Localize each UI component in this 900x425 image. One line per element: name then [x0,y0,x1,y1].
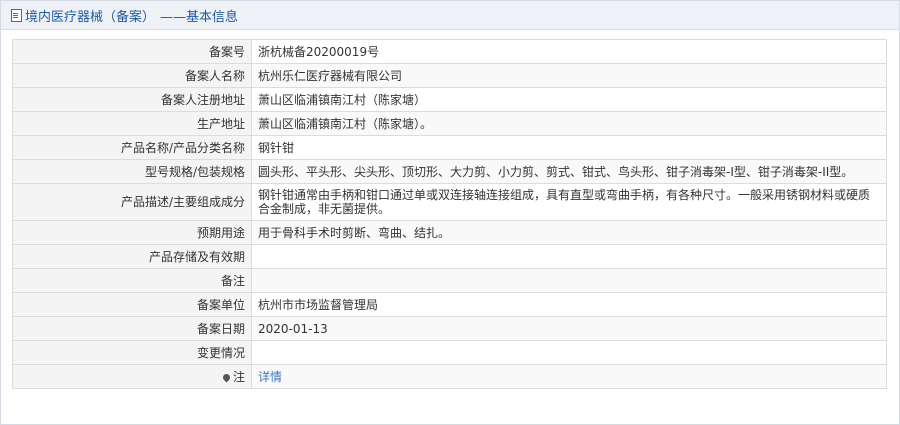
note-label-cell: 注 [12,364,252,389]
document-icon [11,8,22,22]
table-row: 备案号 浙杭械备20200019号 [12,39,887,64]
row-value: 萧山区临浦镇南江村（陈家塘） [251,87,887,112]
table-row: 备案人名称 杭州乐仁医疗器械有限公司 [12,63,887,88]
table-row: 产品名称/产品分类名称 钢针钳 [12,135,887,160]
table-row: 产品存储及有效期 [12,244,887,269]
row-value: 萧山区临浦镇南江村（陈家塘）。 [251,111,887,136]
row-label: 产品描述/主要组成成分 [12,183,252,221]
row-value [251,268,887,293]
table-row: 备案日期 2020-01-13 [12,316,887,341]
table-row: 产品描述/主要组成成分 钢针钳通常由手柄和钳口通过单或双连接轴连接组成，具有直型… [12,183,887,221]
row-label: 型号规格/包装规格 [12,159,252,184]
row-label: 产品存储及有效期 [12,244,252,269]
row-label: 预期用途 [12,220,252,245]
row-value: 用于骨科手术时剪断、弯曲、结扎。 [251,220,887,245]
page-header: 境内医疗器械（备案） ——基本信息 [1,1,899,30]
row-label: 产品名称/产品分类名称 [12,135,252,160]
row-label: 备案人名称 [12,63,252,88]
row-value: 圆头形、平头形、尖头形、顶切形、大力剪、小力剪、剪式、钳式、鸟头形、钳子消毒架-… [251,159,887,184]
row-value: 杭州市市场监督管理局 [251,292,887,317]
info-content: 备案号 浙杭械备20200019号 备案人名称 杭州乐仁医疗器械有限公司 备案人… [1,30,899,389]
row-value: 浙杭械备20200019号 [251,39,887,64]
row-value: 钢针钳 [251,135,887,160]
page-title: 境内医疗器械（备案） [25,9,156,25]
row-value: 杭州乐仁医疗器械有限公司 [251,63,887,88]
table-row: 预期用途 用于骨科手术时剪断、弯曲、结扎。 [12,220,887,245]
table-row: 变更情况 [12,340,887,365]
table-row: 型号规格/包装规格 圆头形、平头形、尖头形、顶切形、大力剪、小力剪、剪式、钳式、… [12,159,887,184]
row-label: 备案单位 [12,292,252,317]
row-value: 2020-01-13 [251,316,887,341]
row-label: 备案号 [12,39,252,64]
row-label: 备案日期 [12,316,252,341]
row-label: 备注 [12,268,252,293]
row-label: 变更情况 [12,340,252,365]
row-label: 注 [232,369,245,384]
table-row: 注 详情 [12,364,887,389]
pin-icon [221,372,232,382]
row-value: 钢针钳通常由手柄和钳口通过单或双连接轴连接组成，具有直型或弯曲手柄，有各种尺寸。… [251,183,887,221]
row-label: 备案人注册地址 [12,87,252,112]
info-table: 备案号 浙杭械备20200019号 备案人名称 杭州乐仁医疗器械有限公司 备案人… [12,39,887,389]
table-row: 备注 [12,268,887,293]
page-subtitle: ——基本信息 [160,9,239,25]
table-row: 备案单位 杭州市市场监督管理局 [12,292,887,317]
row-value: 详情 [251,364,887,389]
row-label: 生产地址 [12,111,252,136]
page: 境内医疗器械（备案） ——基本信息 备案号 浙杭械备20200019号 备案人名… [0,0,900,425]
row-value [251,340,887,365]
table-row: 生产地址 萧山区临浦镇南江村（陈家塘）。 [12,111,887,136]
row-value [251,244,887,269]
table-row: 备案人注册地址 萧山区临浦镇南江村（陈家塘） [12,87,887,112]
details-link[interactable]: 详情 [258,370,282,384]
